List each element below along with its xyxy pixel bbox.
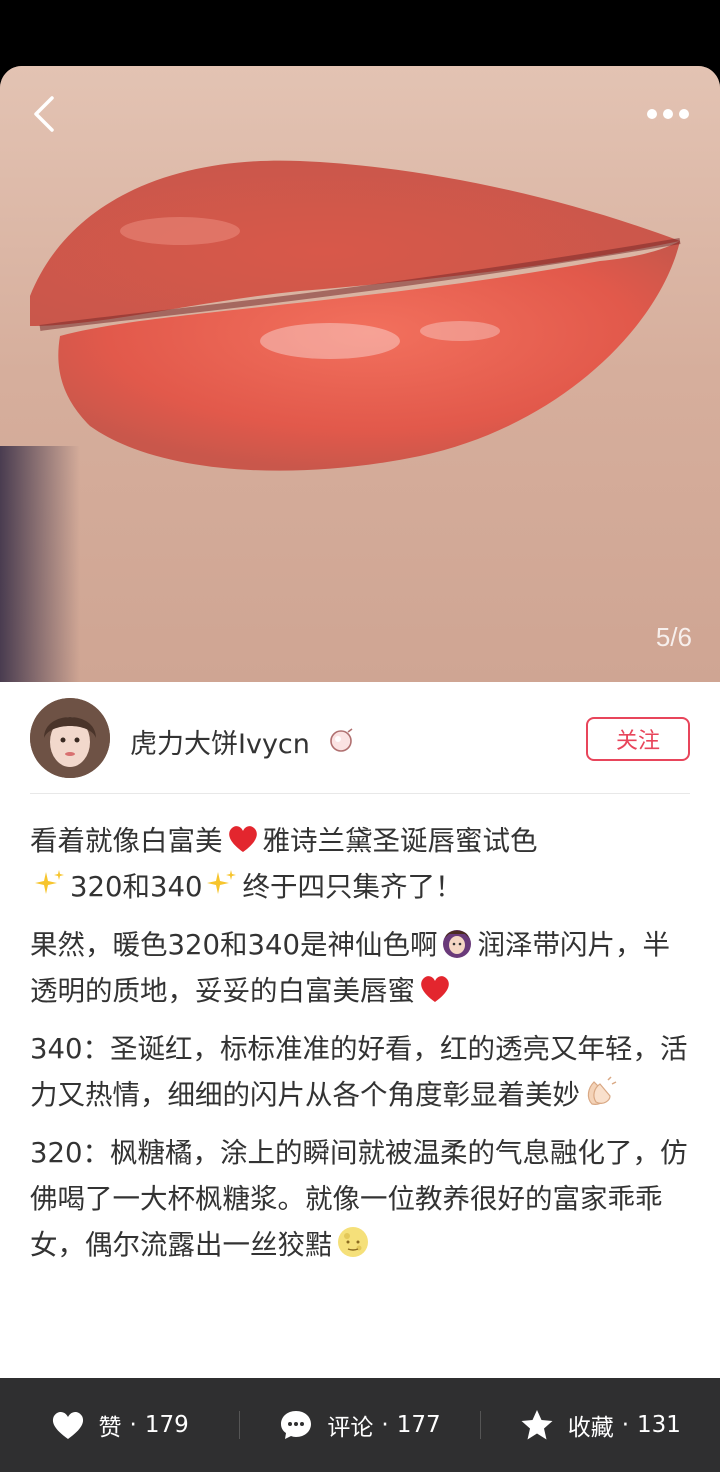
like-count: 179 <box>144 1412 189 1438</box>
post-body: 看着就像白富美 雅诗兰黛圣诞唇蜜试色 320和340 终于四只集齐了！ 果然，暖色3… <box>30 818 694 1280</box>
level-badge-icon <box>328 726 356 754</box>
full-moon-face-icon <box>335 1224 371 1260</box>
divider <box>30 793 690 794</box>
clapping-hands-icon <box>582 1074 618 1110</box>
chevron-left-icon <box>34 96 54 132</box>
star-icon <box>520 1409 554 1441</box>
post-photo[interactable] <box>0 66 720 682</box>
avatar[interactable] <box>30 698 110 778</box>
red-heart-icon <box>225 820 261 856</box>
photo-page-indicator: 5/6 <box>655 622 692 652</box>
red-heart-icon <box>417 970 453 1006</box>
more-dots-icon <box>647 109 689 119</box>
like-button[interactable]: 赞 · 179 <box>0 1378 239 1472</box>
collect-count: 131 <box>637 1412 681 1438</box>
post-content: 虎力大饼Ivycn 关注 看着就像白富美 雅诗兰黛圣诞唇蜜试色 320和340 终于… <box>0 682 720 1378</box>
post-paragraph-2: 果然，暖色320和340是神仙色啊 润泽带闪片，半透明的质地，妥妥的白富美唇蜜 <box>30 922 694 1014</box>
sparkles-icon <box>32 866 68 902</box>
back-button[interactable] <box>22 88 66 140</box>
sparkles-icon <box>204 866 240 902</box>
post-paragraph-1: 看着就像白富美 雅诗兰黛圣诞唇蜜试色 320和340 终于四只集齐了！ <box>30 818 694 910</box>
comment-count: 177 <box>396 1412 441 1438</box>
post-paragraph-4: 320：枫糖橘，涂上的瞬间就被温柔的气息融化了，仿佛喝了一大杯枫糖浆。就像一位教… <box>30 1137 688 1261</box>
comment-bubble-icon <box>279 1409 313 1441</box>
collect-button[interactable]: 收藏 · 131 <box>481 1378 720 1472</box>
heart-icon <box>51 1410 85 1440</box>
author-name[interactable]: 虎力大饼Ivycn <box>130 722 310 761</box>
author-row: 虎力大饼Ivycn 关注 <box>0 682 720 792</box>
comment-button[interactable]: 评论 · 177 <box>240 1378 479 1472</box>
status-bar-area <box>0 0 720 70</box>
more-options-button[interactable] <box>642 96 694 132</box>
action-bar: 赞 · 179 评论 · 177 收藏 · 131 <box>0 1378 720 1472</box>
follow-button[interactable]: 关注 <box>586 717 690 761</box>
post-paragraph-3: 340：圣诞红，标标准准的好看，红的透亮又年轻，活力又热情，细细的闪片从各个角度… <box>30 1033 688 1111</box>
person-gesturing-ok-icon <box>439 924 475 960</box>
